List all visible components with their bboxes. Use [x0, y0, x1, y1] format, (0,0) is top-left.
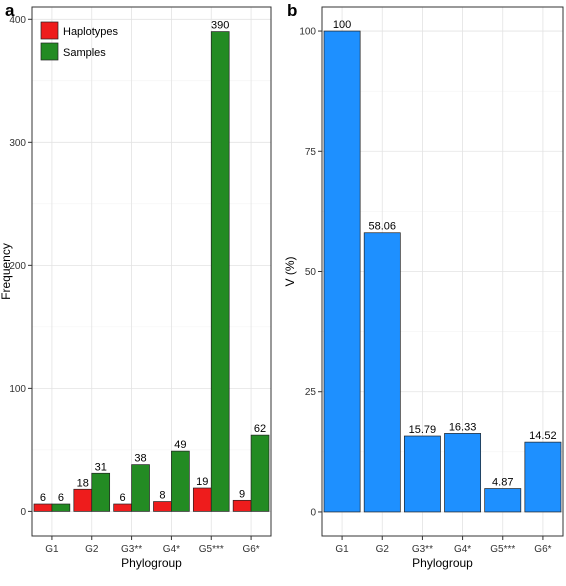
data-label: 100 — [333, 19, 351, 31]
data-label: 9 — [239, 488, 245, 500]
x-tick-label: G2 — [85, 544, 99, 555]
panel-b-v-percent-chart: 100 58.06 15.79 16.33 4.87 14.52 0 25 50 75 100 G1 G… — [283, 1, 564, 570]
x-tick-label: G1 — [335, 544, 349, 555]
legend-swatch-haplotypes — [40, 21, 59, 40]
data-label: 49 — [174, 439, 186, 451]
legend-label-haplotypes: Haplotypes — [63, 26, 119, 38]
y-tick-label: 0 — [20, 507, 26, 518]
x-tick-label: G4* — [454, 544, 471, 555]
legend-swatch-samples — [40, 42, 59, 61]
bar-g4s — [444, 433, 482, 513]
bar-g6s-samples — [250, 434, 270, 512]
data-label: 6 — [58, 492, 64, 504]
y-tick-label: 100 — [299, 27, 316, 38]
x-tick-label: G3** — [121, 544, 142, 555]
data-label: 390 — [211, 20, 229, 32]
x-tick-label: G5*** — [490, 544, 515, 555]
data-label: 6 — [40, 492, 46, 504]
bar-g2 — [363, 232, 401, 513]
data-label: 6 — [120, 492, 126, 504]
y-tick-label: 0 — [310, 507, 316, 518]
panel-tag: b — [287, 1, 297, 20]
bar-g2-haplotypes — [73, 488, 93, 512]
x-axis-title: Phylogroup — [121, 556, 182, 570]
bar-g4s-haplotypes — [153, 501, 172, 512]
bar-g4s-samples — [171, 450, 190, 512]
legend: Haplotypes Samples — [40, 21, 119, 61]
bar-g3ss-haplotypes — [113, 503, 132, 512]
x-tick-label: G6* — [242, 544, 259, 555]
data-label: 8 — [159, 490, 165, 502]
y-tick-label: 300 — [9, 138, 26, 149]
y-tick-label: 100 — [9, 384, 26, 395]
data-label: 14.52 — [529, 430, 557, 442]
data-label: 16.33 — [449, 421, 477, 433]
y-tick-label: 25 — [305, 387, 317, 398]
x-tick-label: G3** — [412, 544, 433, 555]
data-label: 15.79 — [409, 424, 437, 436]
bar-g1 — [323, 30, 361, 513]
y-axis-title: Frequency — [0, 243, 13, 300]
data-label: 18 — [77, 477, 89, 489]
bar-g6s-haplotypes — [232, 499, 252, 512]
x-axis-title: Phylogroup — [412, 556, 473, 570]
data-label: 38 — [134, 453, 146, 465]
bar-g5sss-samples — [210, 31, 230, 512]
bar-g3ss — [403, 435, 441, 513]
x-tick-label: G6* — [534, 544, 551, 555]
legend-label-samples: Samples — [63, 47, 106, 59]
bar-g3ss-samples — [131, 464, 150, 512]
panel-a-frequency-chart: 6186 81996313849390620100200300400G1 G2 G3*… — [0, 1, 272, 570]
data-label: 4.87 — [492, 477, 513, 489]
bar-g1-samples — [51, 503, 71, 512]
x-tick-label: G1 — [45, 544, 59, 555]
bar-g1-haplotypes — [33, 503, 53, 512]
data-label: 62 — [254, 423, 266, 435]
data-label: 19 — [196, 476, 208, 488]
x-tick-label: G2 — [376, 544, 390, 555]
x-tick-label: G5*** — [199, 544, 224, 555]
y-tick-label: 50 — [305, 267, 317, 278]
y-tick-label: 75 — [305, 147, 317, 158]
panel-tag: a — [5, 1, 15, 20]
panel-border — [31, 6, 272, 537]
x-tick-label: G4* — [163, 544, 180, 555]
figure: 6186 81996313849390620100200300400G1 G2 G3*… — [0, 1, 564, 570]
bar-g2-samples — [91, 472, 111, 512]
y-axis-title: V (%) — [283, 256, 297, 286]
bar-g5sss — [484, 488, 522, 513]
bar-g5sss-haplotypes — [192, 487, 212, 512]
data-label: 31 — [95, 461, 107, 473]
bar-g6s — [524, 441, 562, 513]
data-label: 58.06 — [368, 221, 396, 233]
